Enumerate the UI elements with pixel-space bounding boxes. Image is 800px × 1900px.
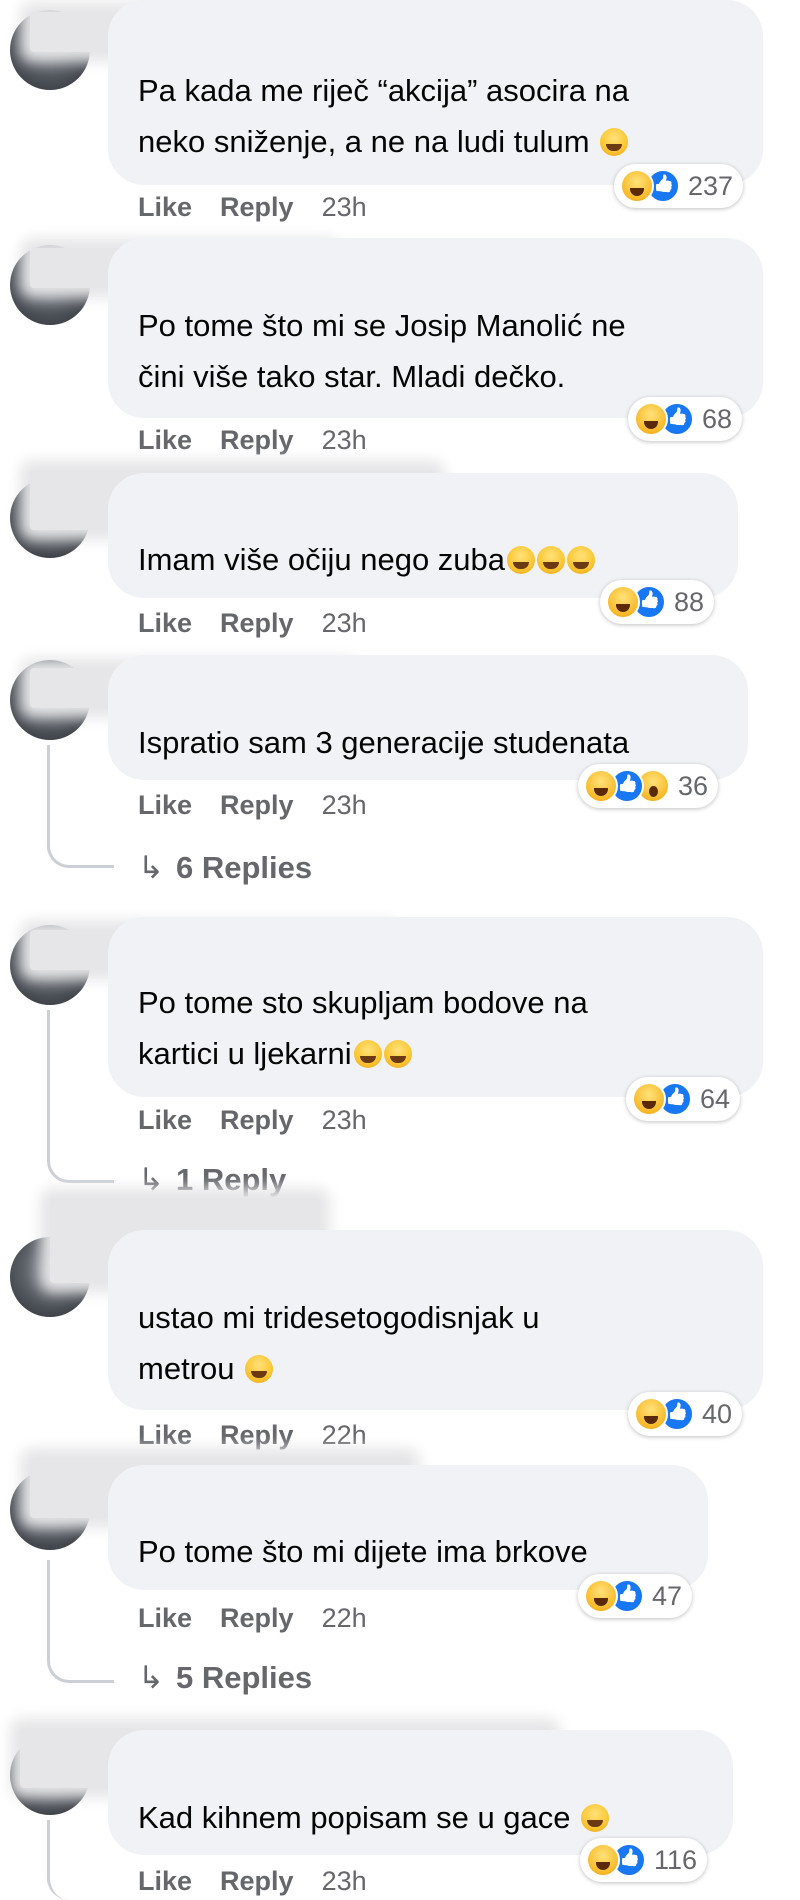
- comment-bubble: Pa kada me riječ “akcija” asocira na nek…: [108, 0, 763, 185]
- reply-button[interactable]: Reply: [220, 790, 294, 820]
- thread-line: [47, 1010, 114, 1183]
- reaction-summary[interactable]: 64: [626, 1077, 741, 1121]
- reaction-count: 116: [654, 1844, 698, 1875]
- like-button[interactable]: Like: [138, 1105, 192, 1135]
- reply-arrow-icon: ↳: [138, 1660, 164, 1695]
- comment-text: Po tome što mi dijete ima brkove: [138, 1534, 588, 1569]
- comment-bubble: Po tome što mi se Josip Manolić ne čini …: [108, 238, 763, 418]
- view-replies-link[interactable]: ↳ 6 Replies: [138, 850, 312, 886]
- comment-actions: Like Reply 23h: [138, 192, 395, 223]
- like-button[interactable]: Like: [138, 608, 192, 638]
- like-button[interactable]: Like: [138, 790, 192, 820]
- reaction-summary[interactable]: 116: [580, 1838, 708, 1882]
- reaction-summary[interactable]: 47: [578, 1574, 693, 1618]
- like-button[interactable]: Like: [138, 1420, 192, 1450]
- comment-actions: Like Reply 23h: [138, 608, 395, 639]
- haha-reaction-icon: [620, 169, 654, 203]
- haha-reaction-icon: [584, 769, 618, 803]
- comment-bubble: Po tome što mi dijete ima brkove: [108, 1465, 708, 1590]
- reaction-summary[interactable]: 40: [628, 1392, 743, 1436]
- view-replies-link[interactable]: ↳ 5 Replies: [138, 1660, 312, 1696]
- reaction-summary[interactable]: 88: [600, 580, 715, 624]
- reaction-count: 64: [700, 1083, 731, 1114]
- comment-bubble: Po tome sto skupljam bodove na kartici u…: [108, 917, 763, 1097]
- reaction-count: 36: [678, 770, 709, 801]
- grinning-emoji: [600, 128, 629, 156]
- thread-line: [47, 1560, 114, 1683]
- haha-reaction-icon: [632, 1082, 666, 1116]
- comment-actions: Like Reply 23h: [138, 790, 395, 821]
- view-replies-link[interactable]: ↳ 1 Reply: [138, 1162, 286, 1198]
- haha-reaction-icon: [584, 1579, 618, 1613]
- comment-actions: Like Reply 22h: [138, 1603, 395, 1634]
- reply-arrow-icon: ↳: [138, 1162, 164, 1197]
- replies-label: 1 Reply: [175, 1162, 287, 1197]
- like-button[interactable]: Like: [138, 1603, 192, 1633]
- haha-reaction-icon: [606, 585, 640, 619]
- reply-arrow-icon: ↳: [138, 850, 164, 885]
- comment-text: Pa kada me riječ “akcija” asocira na nek…: [138, 65, 629, 167]
- haha-reaction-icon: [586, 1843, 620, 1877]
- reaction-count: 68: [702, 403, 733, 434]
- comment-text-content: Imam više očiju nego zuba: [138, 542, 506, 577]
- smile-emoji: [245, 1355, 274, 1383]
- timestamp[interactable]: 23h: [322, 425, 367, 455]
- timestamp[interactable]: 23h: [322, 608, 367, 638]
- replies-label: 6 Replies: [175, 850, 313, 885]
- comment-bubble: Kad kihnem popisam se u gace: [108, 1730, 733, 1855]
- comment-text-content: ustao mi tridesetogodisnjak u metrou: [138, 1300, 540, 1386]
- timestamp[interactable]: 23h: [322, 1866, 367, 1896]
- reaction-summary[interactable]: 68: [628, 397, 743, 441]
- reply-button[interactable]: Reply: [220, 608, 294, 638]
- reaction-count: 237: [688, 170, 734, 201]
- joy-emoji: [567, 546, 596, 574]
- reply-button[interactable]: Reply: [220, 192, 294, 222]
- comment-text: Po tome što mi se Josip Manolić ne čini …: [138, 308, 626, 394]
- reaction-count: 40: [702, 1398, 733, 1429]
- comment-text-content: Kad kihnem popisam se u gace: [138, 1800, 571, 1835]
- comment-actions: Like Reply 23h: [138, 1105, 395, 1136]
- timestamp[interactable]: 23h: [322, 790, 367, 820]
- reply-button[interactable]: Reply: [220, 1603, 294, 1633]
- comment-text-content: Pa kada me riječ “akcija” asocira na nek…: [138, 73, 630, 159]
- reply-button[interactable]: Reply: [220, 1105, 294, 1135]
- joy-emoji: [537, 546, 566, 574]
- like-button[interactable]: Like: [138, 1866, 192, 1896]
- comment-text: Ispratio sam 3 generacije studenata: [138, 725, 630, 760]
- joy-emoji: [581, 1804, 610, 1832]
- comment-bubble: ustao mi tridesetogodisnjak u metrou: [108, 1230, 763, 1410]
- reply-button[interactable]: Reply: [220, 1866, 294, 1896]
- comment-text: Kad kihnem popisam se u gace: [138, 1792, 610, 1843]
- replies-label: 5 Replies: [175, 1660, 313, 1695]
- comment-actions: Like Reply 23h: [138, 1866, 395, 1897]
- thread-line: [47, 745, 114, 868]
- reaction-count: 47: [652, 1580, 683, 1611]
- wink-emoji: [507, 546, 536, 574]
- comment-actions: Like Reply 23h: [138, 425, 395, 456]
- reaction-summary[interactable]: 237: [614, 164, 744, 208]
- timestamp[interactable]: 23h: [322, 1105, 367, 1135]
- thread-line: [47, 1820, 114, 1900]
- like-button[interactable]: Like: [138, 425, 192, 455]
- reaction-count: 88: [674, 586, 705, 617]
- comment-text: Po tome sto skupljam bodove na kartici u…: [138, 977, 588, 1079]
- timestamp[interactable]: 23h: [322, 192, 367, 222]
- comment-actions: Like Reply 22h: [138, 1420, 395, 1451]
- comment-bubble: Ispratio sam 3 generacije studenata: [108, 655, 748, 780]
- comment-text: ustao mi tridesetogodisnjak u metrou: [138, 1292, 540, 1394]
- like-button[interactable]: Like: [138, 192, 192, 222]
- joy-emoji: [383, 1040, 412, 1068]
- facepalm-emoji: [353, 1040, 382, 1068]
- reaction-summary[interactable]: 36: [578, 764, 719, 808]
- reply-button[interactable]: Reply: [220, 425, 294, 455]
- comment-text: Imam više očiju nego zuba: [138, 534, 596, 585]
- reply-button[interactable]: Reply: [220, 1420, 294, 1450]
- timestamp[interactable]: 22h: [322, 1420, 367, 1450]
- haha-reaction-icon: [634, 1397, 668, 1431]
- haha-reaction-icon: [634, 402, 668, 436]
- timestamp[interactable]: 22h: [322, 1603, 367, 1633]
